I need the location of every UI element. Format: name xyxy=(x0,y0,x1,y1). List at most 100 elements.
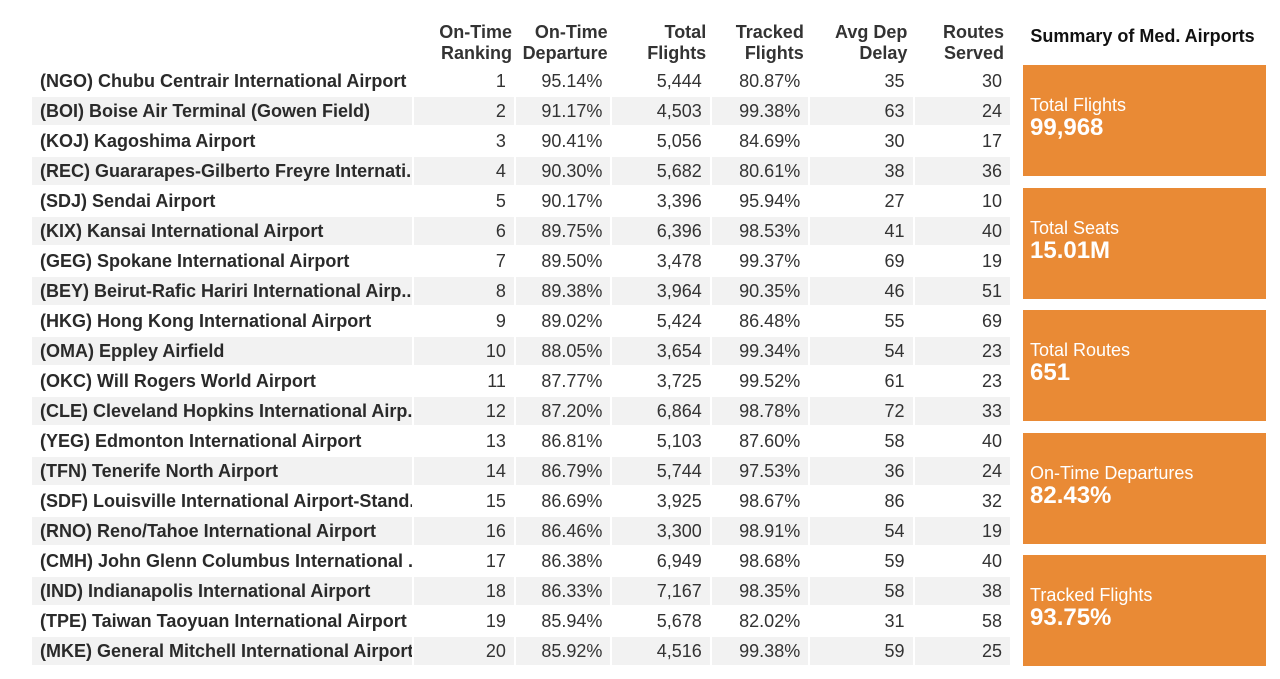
cell-avg-dep-delay: 30 xyxy=(884,131,905,151)
table-row[interactable]: (MKE) General Mitchell International Air… xyxy=(32,636,1010,666)
table-row[interactable]: (OKC) Will Rogers World Airport 11 87.77% 3… xyxy=(32,366,1010,396)
summary-card: Total Flights 99,968 xyxy=(1023,65,1266,176)
cell-on-time-departure: 85.92% xyxy=(515,637,611,665)
table-row[interactable]: (SDJ) Sendai Airport 5 90.17% 3,396 95.94% 27… xyxy=(32,186,1010,216)
cell-avg-dep-delay: 55 xyxy=(884,311,905,331)
table-row[interactable]: (BEY) Beirut-Rafic Hariri International … xyxy=(32,276,1010,306)
cell-total-flights: 3,396 xyxy=(656,191,702,211)
cell-routes-served: 69 xyxy=(981,311,1002,331)
cell-total-flights: 4,503 xyxy=(612,97,710,125)
table-row[interactable]: (IND) Indianapolis International Airport… xyxy=(32,576,1010,606)
cell-avg-dep-delay: 59 xyxy=(884,551,905,571)
cell-on-time-departure: 90.30% xyxy=(515,157,611,185)
cell-tracked-flights: 80.87% xyxy=(739,71,801,91)
cell-total-flights: 3,725 xyxy=(656,371,702,391)
header-total-flights[interactable]: Total Flights xyxy=(614,22,713,64)
table-row[interactable]: (BOI) Boise Air Terminal (Gowen Field) 2 9… xyxy=(32,96,1010,126)
table-body: (NGO) Chubu Centrair International Airpo… xyxy=(32,66,1010,666)
cell-routes-served: 32 xyxy=(981,491,1002,511)
cell-tracked-flights: 99.37% xyxy=(739,251,801,271)
cell-on-time-departure: 90.41% xyxy=(541,131,603,151)
cell-total-flights: 5,444 xyxy=(656,71,702,91)
cell-routes-served: 30 xyxy=(981,71,1002,91)
cell-airport-name: (MKE) General Mitchell International Air… xyxy=(32,637,412,665)
cell-on-time-ranking: 12 xyxy=(413,397,514,425)
cell-total-flights: 5,682 xyxy=(612,157,710,185)
table-row[interactable]: (YEG) Edmonton International Airport 13 86… xyxy=(32,426,1010,456)
cell-avg-dep-delay: 31 xyxy=(884,611,905,631)
cell-routes-served: 40 xyxy=(981,431,1002,451)
cell-total-flights: 6,396 xyxy=(612,217,710,245)
cell-on-time-departure: 86.46% xyxy=(515,517,611,545)
table-row[interactable]: (TFN) Tenerife North Airport 14 86.79% 5,74… xyxy=(32,456,1010,486)
cell-tracked-flights: 98.78% xyxy=(711,397,809,425)
table-header: On-Time Ranking On-Time Departure Total … xyxy=(32,14,1010,66)
cell-on-time-ranking: 1 xyxy=(495,71,506,91)
cell-on-time-ranking: 2 xyxy=(413,97,514,125)
cell-on-time-departure: 87.77% xyxy=(541,371,603,391)
table-row[interactable]: (TPE) Taiwan Taoyuan International Airpo… xyxy=(32,606,1010,636)
cell-total-flights: 3,300 xyxy=(612,517,710,545)
table-row[interactable]: (CMH) John Glenn Columbus International … xyxy=(32,546,1010,576)
header-avg-dep-delay[interactable]: Avg Dep Delay xyxy=(810,22,914,64)
summary-card: On-Time Departures 82.43% xyxy=(1023,433,1266,544)
summary-card: Total Seats 15.01M xyxy=(1023,188,1266,299)
cell-avg-dep-delay: 72 xyxy=(810,397,913,425)
cell-routes-served: 58 xyxy=(981,611,1002,631)
table-row[interactable]: (KIX) Kansai International Airport 6 89.75… xyxy=(32,216,1010,246)
table-row[interactable]: (HKG) Hong Kong International Airport 9 89… xyxy=(32,306,1010,336)
cell-on-time-departure: 87.20% xyxy=(515,397,611,425)
cell-airport-name: (SDF) Louisville International Airport-S… xyxy=(40,491,412,511)
cell-total-flights: 6,864 xyxy=(612,397,710,425)
table-row[interactable]: (GEG) Spokane International Airport 7 89.5… xyxy=(32,246,1010,276)
cell-avg-dep-delay: 36 xyxy=(810,457,913,485)
cell-tracked-flights: 84.69% xyxy=(739,131,801,151)
cell-total-flights: 4,516 xyxy=(612,637,710,665)
cell-tracked-flights: 87.60% xyxy=(739,431,801,451)
cell-on-time-ranking: 17 xyxy=(485,551,506,571)
cell-avg-dep-delay: 58 xyxy=(810,577,913,605)
cell-avg-dep-delay: 58 xyxy=(884,431,905,451)
cell-total-flights: 3,964 xyxy=(612,277,710,305)
cell-total-flights: 5,744 xyxy=(612,457,710,485)
table-row[interactable]: (REC) Guararapes-Gilberto Freyre Interna… xyxy=(32,156,1010,186)
cell-total-flights: 5,056 xyxy=(656,131,702,151)
cell-airport-name: (HKG) Hong Kong International Airport xyxy=(40,311,372,331)
cell-routes-served: 33 xyxy=(914,397,1010,425)
cell-avg-dep-delay: 86 xyxy=(884,491,905,511)
header-on-time-ranking[interactable]: On-Time Ranking xyxy=(416,22,518,64)
cell-avg-dep-delay: 46 xyxy=(810,277,913,305)
cell-routes-served: 10 xyxy=(981,191,1002,211)
header-on-time-departure[interactable]: On-Time Departure xyxy=(518,22,614,64)
cell-on-time-ranking: 19 xyxy=(485,611,506,631)
cell-tracked-flights: 98.53% xyxy=(711,217,809,245)
cell-tracked-flights: 98.91% xyxy=(711,517,809,545)
table-row[interactable]: (OMA) Eppley Airfield 10 88.05% 3,654 99.34%… xyxy=(32,336,1010,366)
cell-on-time-ranking: 6 xyxy=(413,217,514,245)
table-row[interactable]: (NGO) Chubu Centrair International Airpo… xyxy=(32,66,1010,96)
cell-routes-served: 24 xyxy=(914,97,1010,125)
table-row[interactable]: (KOJ) Kagoshima Airport 3 90.41% 5,056 84.69… xyxy=(32,126,1010,156)
cell-routes-served: 40 xyxy=(914,217,1010,245)
summary-card: Total Routes 651 xyxy=(1023,310,1266,421)
cell-on-time-departure: 86.38% xyxy=(541,551,603,571)
cell-on-time-departure: 89.50% xyxy=(541,251,603,271)
cell-avg-dep-delay: 54 xyxy=(810,337,913,365)
table-row[interactable]: (RNO) Reno/Tahoe International Airport 16… xyxy=(32,516,1010,546)
cell-avg-dep-delay: 54 xyxy=(810,517,913,545)
header-tracked-flights[interactable]: Tracked Flights xyxy=(712,22,810,64)
cell-tracked-flights: 95.94% xyxy=(739,191,801,211)
cell-on-time-ranking: 11 xyxy=(487,371,506,391)
cell-routes-served: 36 xyxy=(914,157,1010,185)
cell-routes-served: 25 xyxy=(914,637,1010,665)
cell-airport-name: (RNO) Reno/Tahoe International Airport xyxy=(32,517,412,545)
cell-tracked-flights: 99.38% xyxy=(711,637,809,665)
cell-on-time-departure: 86.81% xyxy=(541,431,603,451)
table-row[interactable]: (CLE) Cleveland Hopkins International Ai… xyxy=(32,396,1010,426)
header-routes-served[interactable]: Routes Served xyxy=(913,22,1010,64)
cell-tracked-flights: 98.68% xyxy=(739,551,801,571)
table-row[interactable]: (SDF) Louisville International Airport-S… xyxy=(32,486,1010,516)
cell-on-time-departure: 86.33% xyxy=(515,577,611,605)
cell-routes-served: 40 xyxy=(981,551,1002,571)
summary-card-label: Total Flights xyxy=(1030,95,1127,115)
